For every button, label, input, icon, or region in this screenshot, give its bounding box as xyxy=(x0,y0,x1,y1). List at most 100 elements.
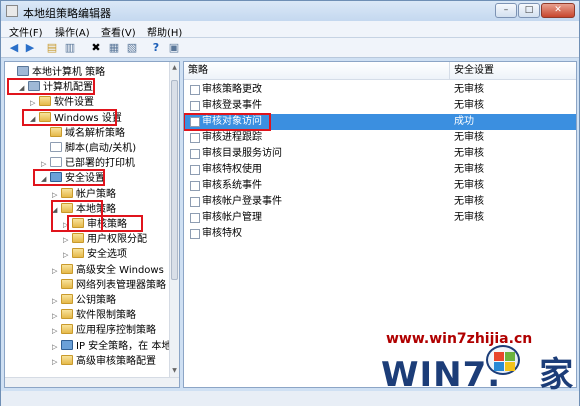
scroll-down-icon[interactable]: ▼ xyxy=(171,367,178,375)
tree-node[interactable]: ▷ IP 安全策略，在 本地 xyxy=(52,339,171,354)
expand-toggle-icon[interactable]: ▷ xyxy=(52,294,60,309)
menu-action[interactable]: 操作(A) xyxy=(55,24,90,39)
expand-toggle-icon[interactable]: ▷ xyxy=(52,324,60,339)
watermark-logo-text: WIN7. xyxy=(381,355,502,395)
tree-node-label: 网络列表管理器策略 xyxy=(76,279,166,291)
tree-node-label: 已部署的打印机 xyxy=(65,158,135,170)
highlight-box xyxy=(22,108,117,126)
policy-row[interactable]: 审核登录事件 无审核 xyxy=(184,98,576,114)
tree-node[interactable]: ▷ 公钥策略 xyxy=(52,293,116,308)
tree-node[interactable]: ▷ 软件限制策略 xyxy=(52,308,136,323)
tree-node[interactable]: ▷ 安全选项 xyxy=(63,247,127,262)
policy-row[interactable]: 审核帐户登录事件 无审核 xyxy=(184,194,576,210)
scroll-thumb[interactable] xyxy=(171,80,178,280)
policy-row[interactable]: 审核系统事件 无审核 xyxy=(184,178,576,194)
back-icon[interactable]: ◀ xyxy=(7,41,21,55)
menu-file[interactable]: 文件(F) xyxy=(9,24,43,39)
maximize-button[interactable]: □ xyxy=(518,3,540,18)
tree-node[interactable]: ▷ 高级安全 Windows xyxy=(52,263,164,278)
minimize-button[interactable]: – xyxy=(495,3,517,18)
highlight-box xyxy=(7,78,95,96)
policy-name: 审核进程跟踪 xyxy=(202,132,262,143)
policy-row[interactable]: 审核特权使用 无审核 xyxy=(184,162,576,178)
policy-setting: 无审核 xyxy=(454,84,484,95)
tree-node-label: 安全选项 xyxy=(87,249,127,261)
policy-row[interactable]: 审核策略更改 无审核 xyxy=(184,82,576,98)
folder-icon xyxy=(72,233,84,244)
policy-icon xyxy=(190,197,200,207)
properties-icon[interactable]: ▦ xyxy=(107,41,121,55)
folder-icon xyxy=(61,278,73,289)
policy-setting: 无审核 xyxy=(454,132,484,143)
folder-icon xyxy=(50,126,62,137)
tree-node[interactable]: ▷ 用户权限分配 xyxy=(63,232,147,247)
highlight-box xyxy=(184,113,271,131)
expand-toggle-icon[interactable]: ▷ xyxy=(63,233,71,248)
expand-toggle-icon[interactable]: ▷ xyxy=(63,248,71,263)
export-icon[interactable]: ▧ xyxy=(125,41,139,55)
policy-row[interactable]: 审核帐户管理 无审核 xyxy=(184,210,576,226)
tree-node-label: IP 安全策略，在 本地 xyxy=(76,340,172,352)
policy-row[interactable]: 审核特权 xyxy=(184,226,576,242)
tree-node[interactable]: ▷ 应用程序控制策略 xyxy=(52,323,156,338)
menu-help[interactable]: 帮助(H) xyxy=(147,24,182,39)
shield-icon xyxy=(61,339,73,350)
folder-icon xyxy=(61,294,73,304)
vertical-scrollbar[interactable]: ▲ ▼ xyxy=(169,62,179,387)
forward-icon[interactable]: ▶ xyxy=(23,41,37,55)
document-icon xyxy=(50,157,62,168)
show-tree-icon[interactable]: ▥ xyxy=(63,41,77,55)
tree-node-label: 帐户策略 xyxy=(76,188,116,200)
policy-row[interactable]: 审核进程跟踪 无审核 xyxy=(184,130,576,146)
close-button[interactable]: ✕ xyxy=(541,3,575,18)
delete-icon[interactable]: ✖ xyxy=(89,41,103,55)
expand-toggle-icon[interactable]: ▷ xyxy=(52,355,60,370)
policy-setting: 无审核 xyxy=(454,180,484,191)
watermark-logo-suffix: 家 xyxy=(539,355,575,395)
folder-icon xyxy=(61,324,73,335)
tree-node-label: 脚本(启动/关机) xyxy=(65,143,137,154)
policy-name: 审核系统事件 xyxy=(202,180,262,191)
tree-node-label: 软件限制策略 xyxy=(76,310,136,322)
tree-node-label: 软件设置 xyxy=(54,97,94,109)
tree-node[interactable]: ▷ 高级审核策略配置 xyxy=(52,354,156,369)
title-bar[interactable]: 本地组策略编辑器 – □ ✕ xyxy=(1,1,579,21)
policy-setting: 无审核 xyxy=(454,148,484,159)
folder-icon xyxy=(72,248,84,259)
highlight-box xyxy=(67,215,143,232)
expand-toggle-icon[interactable]: ▷ xyxy=(52,309,60,324)
policy-name: 审核帐户登录事件 xyxy=(202,196,282,207)
highlight-box xyxy=(33,169,105,187)
policy-icon xyxy=(190,213,200,223)
tree-pane[interactable]: 本地计算机 策略 ◢ 计算机配置 ▷ 软件设置 ◢ Windows 设置 域名解析策略 脚本(启… xyxy=(4,61,180,388)
scroll-up-icon[interactable]: ▲ xyxy=(171,64,178,72)
view-icon[interactable]: ▣ xyxy=(167,41,181,55)
policy-setting: 成功 xyxy=(454,116,474,127)
tree-node[interactable]: 网络列表管理器策略 xyxy=(52,278,166,293)
policy-name: 审核目录服务访问 xyxy=(202,148,282,159)
tree-node[interactable]: 脚本(启动/关机) xyxy=(41,141,136,156)
main-window: 本地组策略编辑器 – □ ✕ 文件(F) 操作(A) 查看(V) 帮助(H) ◀… xyxy=(0,0,580,406)
policy-icon xyxy=(190,101,200,111)
policy-icon xyxy=(190,229,200,239)
expand-toggle-icon[interactable]: ▷ xyxy=(52,264,60,279)
menu-bar: 文件(F) 操作(A) 查看(V) 帮助(H) xyxy=(1,21,579,39)
windows-flag-icon xyxy=(486,345,520,375)
expand-toggle-icon[interactable]: ▷ xyxy=(52,340,60,355)
folder-icon xyxy=(61,309,73,320)
computer-icon xyxy=(17,66,29,76)
column-header-policy[interactable]: 策略 xyxy=(184,62,450,80)
policy-icon xyxy=(190,181,200,191)
up-folder-icon[interactable]: ▤ xyxy=(45,41,59,55)
tree-node[interactable]: 域名解析策略 xyxy=(41,126,125,141)
help-icon[interactable]: ? xyxy=(149,41,163,55)
toolbar: ◀ ▶ ▤ ▥ ✖ ▦ ▧ ? ▣ xyxy=(1,38,579,58)
menu-view[interactable]: 查看(V) xyxy=(101,24,136,39)
horizontal-scrollbar[interactable] xyxy=(5,377,179,387)
policy-row[interactable]: 审核目录服务访问 无审核 xyxy=(184,146,576,162)
tree-node-label: 本地计算机 策略 xyxy=(32,67,106,78)
policy-icon xyxy=(190,85,200,95)
folder-icon xyxy=(61,187,73,198)
column-header-setting[interactable]: 安全设置 xyxy=(450,62,576,80)
policy-name: 审核特权 xyxy=(202,228,242,239)
